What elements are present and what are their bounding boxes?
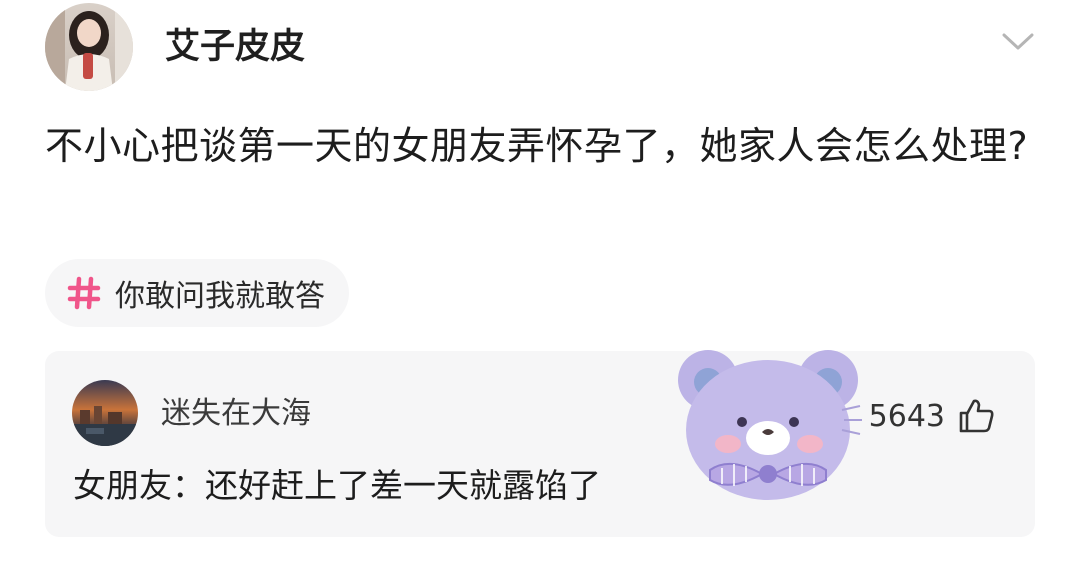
author-avatar[interactable] bbox=[45, 3, 133, 91]
comment-text: 女朋友：还好赶上了差一天就露馅了 bbox=[73, 466, 601, 505]
post-header: 艾子皮皮 bbox=[45, 3, 1035, 91]
question-title[interactable]: 不小心把谈第一天的女朋友弄怀孕了，她家人会怎么处理? bbox=[45, 117, 1035, 175]
chevron-down-icon[interactable] bbox=[1001, 31, 1035, 53]
like-button[interactable]: 5643 bbox=[869, 391, 995, 441]
topic-label: 你敢问我就敢答 bbox=[115, 279, 325, 314]
top-comment-card[interactable]: 迷失在大海 5643 女朋友：还好赶上了差一天就露馅了 bbox=[45, 351, 1035, 537]
like-count: 5643 bbox=[868, 398, 945, 434]
commenter-name[interactable]: 迷失在大海 bbox=[161, 396, 311, 432]
commenter-avatar[interactable] bbox=[72, 380, 138, 446]
purple-bear-sticker bbox=[678, 350, 862, 500]
topic-tag[interactable]: 你敢问我就敢答 bbox=[45, 259, 349, 327]
author-name[interactable]: 艾子皮皮 bbox=[165, 25, 305, 69]
thumbs-up-icon bbox=[959, 399, 994, 433]
hash-icon bbox=[67, 276, 101, 310]
